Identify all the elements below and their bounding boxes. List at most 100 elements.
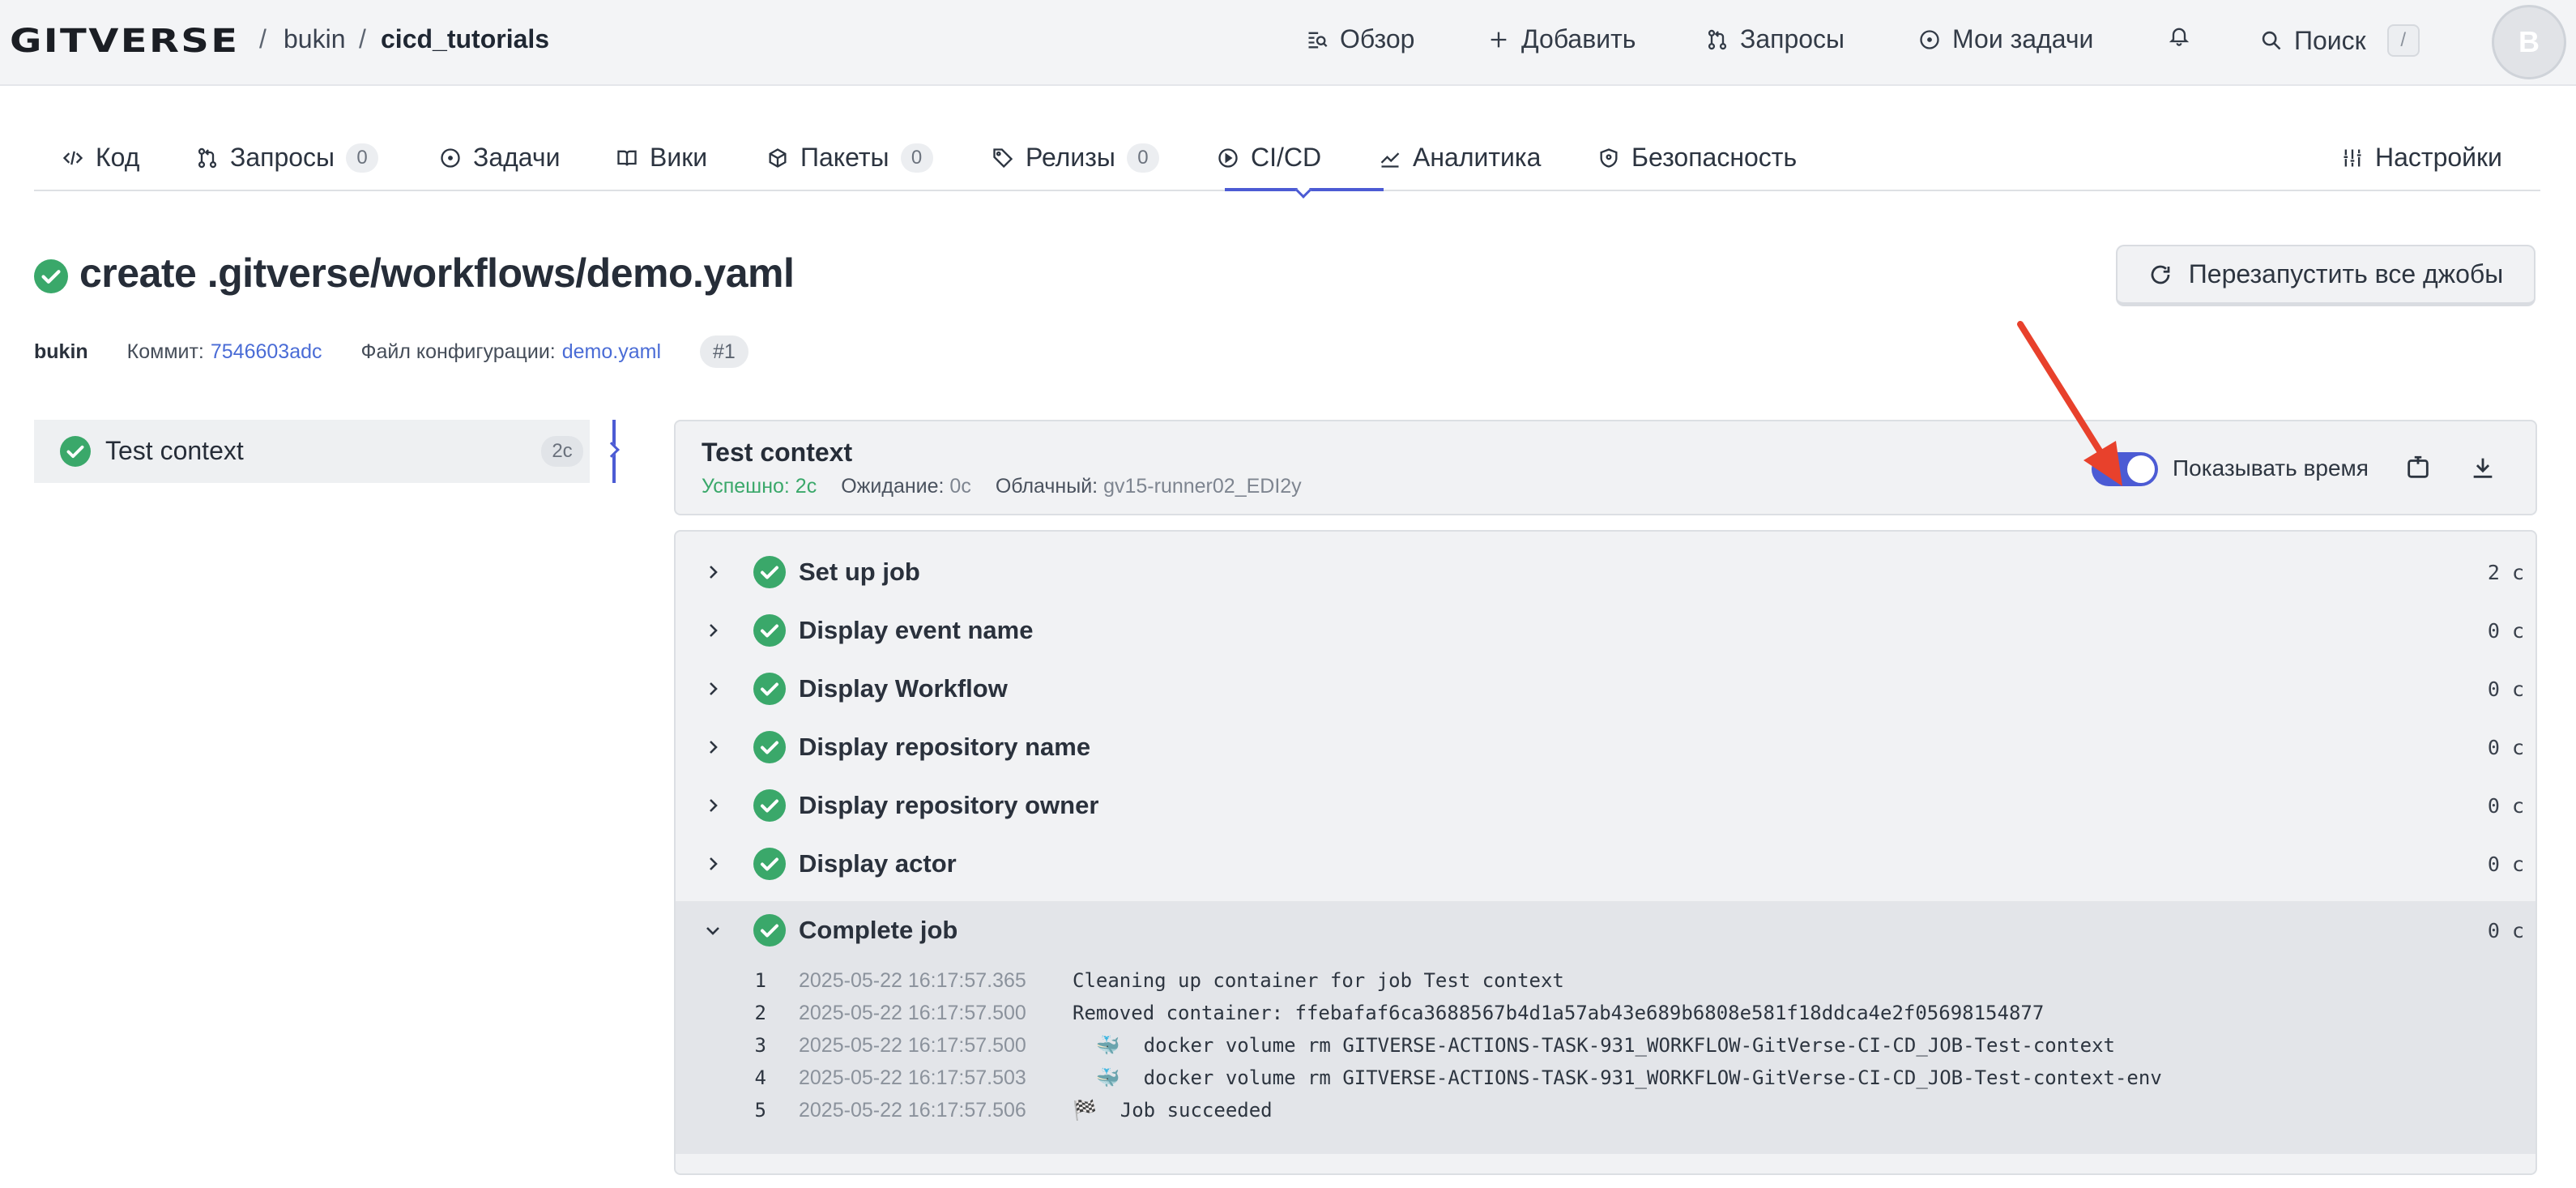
chevron-down-icon xyxy=(706,927,719,935)
gitverse-logo[interactable]: GITVERSE xyxy=(10,23,239,60)
success-check-icon xyxy=(753,673,786,705)
step-duration: 0 с xyxy=(2487,853,2524,876)
tab-cicd[interactable]: CI/CD xyxy=(1217,143,1321,173)
tab-packages[interactable]: Пакеты 0 xyxy=(766,143,933,173)
log-line-number: 3 xyxy=(754,1034,766,1057)
job-panel-title: Test context xyxy=(702,438,853,467)
tab-tasks[interactable]: Задачи xyxy=(439,143,560,173)
commit-link[interactable]: 7546603adc xyxy=(211,340,322,364)
show-time-label: Показывать время xyxy=(2173,455,2369,481)
success-check-icon xyxy=(753,848,786,880)
log-timestamp: 2025-05-22 16:17:57.500 xyxy=(799,1002,1026,1024)
tab-security[interactable]: Безопасность xyxy=(1597,143,1797,173)
log-line-number: 4 xyxy=(754,1066,766,1089)
tab-analytics[interactable]: Аналитика xyxy=(1379,143,1541,173)
log-line: 1 2025-05-22 16:17:57.365 Cleaning up co… xyxy=(676,964,2535,997)
tag-icon xyxy=(993,147,1013,168)
tab-settings[interactable]: Настройки xyxy=(2341,143,2502,173)
search-icon xyxy=(2262,31,2281,50)
config-file-link[interactable]: demo.yaml xyxy=(562,340,661,364)
step-name: Display Workflow xyxy=(799,674,1008,703)
book-icon xyxy=(617,150,637,166)
step-row[interactable]: Set up job 2 с xyxy=(676,543,2535,601)
nav-my-tasks[interactable]: Мои задачи xyxy=(1918,24,2093,54)
breadcrumb-repo[interactable]: cicd_tutorials xyxy=(381,24,549,54)
breadcrumb-owner[interactable]: bukin xyxy=(284,24,346,54)
job-list-item-name: Test context xyxy=(105,436,244,465)
tab-wiki[interactable]: Вики xyxy=(616,143,707,173)
expand-log-icon[interactable] xyxy=(2404,454,2432,481)
run-author[interactable]: bukin xyxy=(34,340,88,364)
job-list-item[interactable]: Test context 2с xyxy=(34,420,590,483)
step-duration: 0 с xyxy=(2487,794,2524,818)
step-row[interactable]: Display repository name 0 с xyxy=(676,718,2535,776)
step-name: Display repository name xyxy=(799,733,1091,761)
top-header: GITVERSE bukin / / cicd_tutorials Обзор … xyxy=(0,0,2576,86)
nav-overview[interactable]: Обзор xyxy=(1306,24,1414,54)
log-timestamp: 2025-05-22 16:17:57.503 xyxy=(799,1066,1026,1089)
step-row[interactable]: Display Workflow 0 с xyxy=(676,660,2535,718)
commit-label: Коммит: xyxy=(126,340,204,363)
step-name: Complete job xyxy=(799,916,958,944)
log-message: Cleaning up container for job Test conte… xyxy=(1073,969,1564,992)
rerun-all-jobs-label: Перезапустить все джобы xyxy=(2188,259,2504,288)
nav-requests[interactable]: Запросы xyxy=(1706,24,1845,54)
chevron-right-icon xyxy=(710,682,718,695)
run-meta: bukin Коммит: 7546603adc Файл конфигурац… xyxy=(34,335,748,368)
success-check-icon xyxy=(753,556,786,588)
tab-releases[interactable]: Релизы 0 xyxy=(992,143,1159,173)
log-line-number: 5 xyxy=(754,1099,766,1122)
tab-tasks-label: Задачи xyxy=(473,143,561,172)
overview-icon xyxy=(1308,32,1328,48)
log-line: 5 2025-05-22 16:17:57.506 🏁 Job succeede… xyxy=(676,1094,2535,1126)
log-message: 🏁 Job succeeded xyxy=(1073,1099,1273,1122)
nav-add[interactable]: Добавить xyxy=(1487,24,1636,54)
tab-packages-label: Пакеты xyxy=(800,143,889,172)
tab-active-caret xyxy=(1295,182,1311,199)
tab-requests[interactable]: Запросы 0 xyxy=(196,143,379,173)
step-duration: 0 с xyxy=(2487,736,2524,759)
step-row-expanded[interactable]: Complete job 0 с xyxy=(676,901,2535,959)
avatar[interactable]: B xyxy=(2492,5,2566,79)
search-shortcut-key: / xyxy=(2386,24,2420,57)
log-line: 2 2025-05-22 16:17:57.500 Removed contai… xyxy=(676,997,2535,1029)
job-waiting-value: 0с xyxy=(949,475,971,498)
nav-add-label: Добавить xyxy=(1521,24,1636,53)
tab-wiki-label: Вики xyxy=(650,143,708,172)
success-check-icon xyxy=(34,259,68,293)
tab-analytics-label: Аналитика xyxy=(1413,143,1542,172)
pull-request-icon xyxy=(1708,29,1727,49)
tab-code[interactable]: Код xyxy=(62,143,139,173)
run-number-badge: #1 xyxy=(700,335,748,368)
rerun-all-jobs-button[interactable]: Перезапустить все джобы xyxy=(2116,245,2535,306)
tab-settings-label: Настройки xyxy=(2375,143,2502,172)
step-name: Display actor xyxy=(799,849,957,878)
step-duration: 0 с xyxy=(2487,919,2524,942)
nav-search[interactable]: Поиск / xyxy=(2260,24,2420,57)
step-row[interactable]: Display event name 0 с xyxy=(676,601,2535,660)
step-row[interactable]: Display actor 0 с xyxy=(676,835,2535,893)
tab-code-label: Код xyxy=(96,143,140,172)
refresh-icon xyxy=(2151,265,2170,284)
tab-security-label: Безопасность xyxy=(1631,143,1798,172)
breadcrumb-separator: / xyxy=(259,24,267,53)
shield-icon xyxy=(1600,147,1618,168)
code-icon xyxy=(62,151,83,165)
repo-tabs: Код Запросы 0 Задачи Вики Пакеты 0 Релиз… xyxy=(34,131,2540,199)
job-panel-stats: Успешно: 2с Ожидание: 0с Облачный: gv15-… xyxy=(702,475,1302,498)
download-icon[interactable] xyxy=(2469,454,2497,481)
log-line: 4 2025-05-22 16:17:57.503 🐳 docker volum… xyxy=(676,1062,2535,1094)
config-file-label: Файл конфигурации: xyxy=(360,340,556,363)
step-row[interactable]: Display repository owner 0 с xyxy=(676,776,2535,835)
plus-icon xyxy=(1491,32,1507,47)
notifications-button[interactable] xyxy=(2168,24,2190,47)
step-name: Display event name xyxy=(799,616,1034,644)
tab-requests-label: Запросы xyxy=(230,143,335,172)
job-selected-caret xyxy=(603,442,620,458)
log-line-number: 1 xyxy=(754,969,766,992)
job-runner: Облачный: gv15-runner02_EDI2y xyxy=(996,475,1302,498)
chevron-right-icon xyxy=(710,741,718,754)
log-message: 🐳 docker volume rm GITVERSE-ACTIONS-TASK… xyxy=(1073,1034,2115,1057)
tab-cicd-label: CI/CD xyxy=(1251,143,1322,172)
log-message: 🐳 docker volume rm GITVERSE-ACTIONS-TASK… xyxy=(1073,1066,2162,1089)
